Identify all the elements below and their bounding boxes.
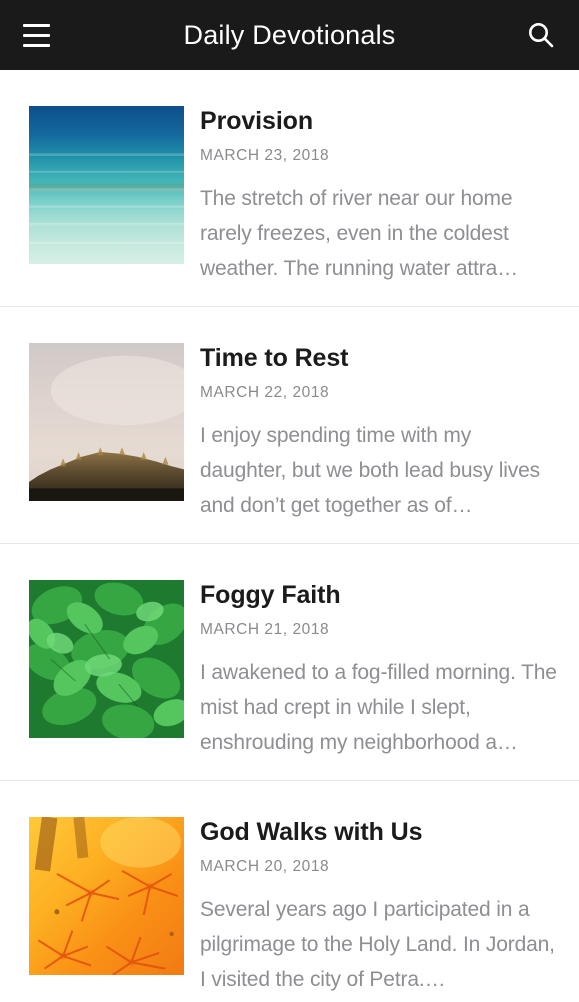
app-header: Daily Devotionals [0, 0, 579, 70]
post-excerpt: I awakened to a fog-filled morning. The … [200, 660, 557, 754]
post-content: Foggy Faith MARCH 21, 2018 I awakened to… [200, 580, 557, 760]
post-date: MARCH 21, 2018 [200, 620, 330, 638]
post-date: MARCH 20, 2018 [200, 857, 330, 875]
post-excerpt: I enjoy spending time with my daughter, … [200, 423, 541, 517]
devotional-post-list[interactable]: Provision MARCH 23, 2018 The stretch of … [0, 70, 579, 1002]
menu-bar-1 [22, 23, 50, 27]
menu-bar-3 [22, 43, 50, 47]
post-date: MARCH 23, 2018 [200, 146, 330, 164]
post-excerpt: The stretch of river near our home rarel… [200, 186, 519, 280]
post-content: God Walks with Us MARCH 20, 2018 Several… [200, 817, 557, 997]
list-item[interactable]: God Walks with Us MARCH 20, 2018 Several… [0, 781, 579, 1002]
post-content: Provision MARCH 23, 2018 The stretch of … [200, 106, 557, 286]
list-item[interactable]: Foggy Faith MARCH 21, 2018 I awakened to… [0, 544, 579, 781]
hillside-forest-sky-photo [29, 343, 184, 501]
page-title: Daily Devotionals [183, 19, 396, 50]
green-leaves-photo [29, 580, 184, 738]
post-title[interactable]: Time to Rest [200, 344, 557, 373]
search-icon[interactable] [519, 13, 563, 57]
list-item[interactable]: Provision MARCH 23, 2018 The stretch of … [0, 70, 579, 307]
autumn-maple-leaves-photo [29, 817, 184, 975]
list-item[interactable]: Time to Rest MARCH 22, 2018 I enjoy spen… [0, 307, 579, 544]
post-excerpt: Several years ago I participated in a pi… [200, 897, 555, 991]
post-date: MARCH 22, 2018 [200, 383, 330, 401]
post-title[interactable]: God Walks with Us [200, 818, 557, 847]
hamburger-menu-icon[interactable] [14, 13, 58, 57]
post-content: Time to Rest MARCH 22, 2018 I enjoy spen… [200, 343, 557, 523]
ocean-water-photo [29, 106, 184, 264]
menu-bar-2 [22, 33, 50, 37]
post-title[interactable]: Provision [200, 107, 557, 136]
post-title[interactable]: Foggy Faith [200, 581, 557, 610]
